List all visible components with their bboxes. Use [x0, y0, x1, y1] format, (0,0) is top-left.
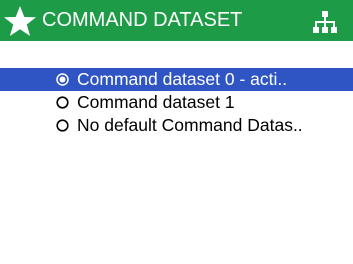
dataset-list: Command dataset 0 - acti.. Command datas…: [0, 68, 353, 137]
list-item-label: No default Command Datas..: [77, 115, 303, 135]
page-title: COMMAND DATASET: [42, 9, 243, 31]
title-bar: COMMAND DATASET: [0, 0, 353, 41]
star-icon: [4, 6, 36, 36]
list-item-command-dataset-1[interactable]: Command dataset 1: [0, 91, 353, 114]
radio-selected-icon: [56, 73, 69, 86]
network-icon[interactable]: [313, 10, 337, 34]
list-item-command-dataset-0[interactable]: Command dataset 0 - acti..: [0, 68, 353, 91]
radio-unselected-icon: [56, 96, 69, 109]
list-item-label: Command dataset 1: [77, 92, 235, 112]
radio-unselected-icon: [56, 119, 69, 132]
list-item-label: Command dataset 0 - acti..: [77, 69, 288, 89]
list-item-no-default[interactable]: No default Command Datas..: [0, 114, 353, 137]
